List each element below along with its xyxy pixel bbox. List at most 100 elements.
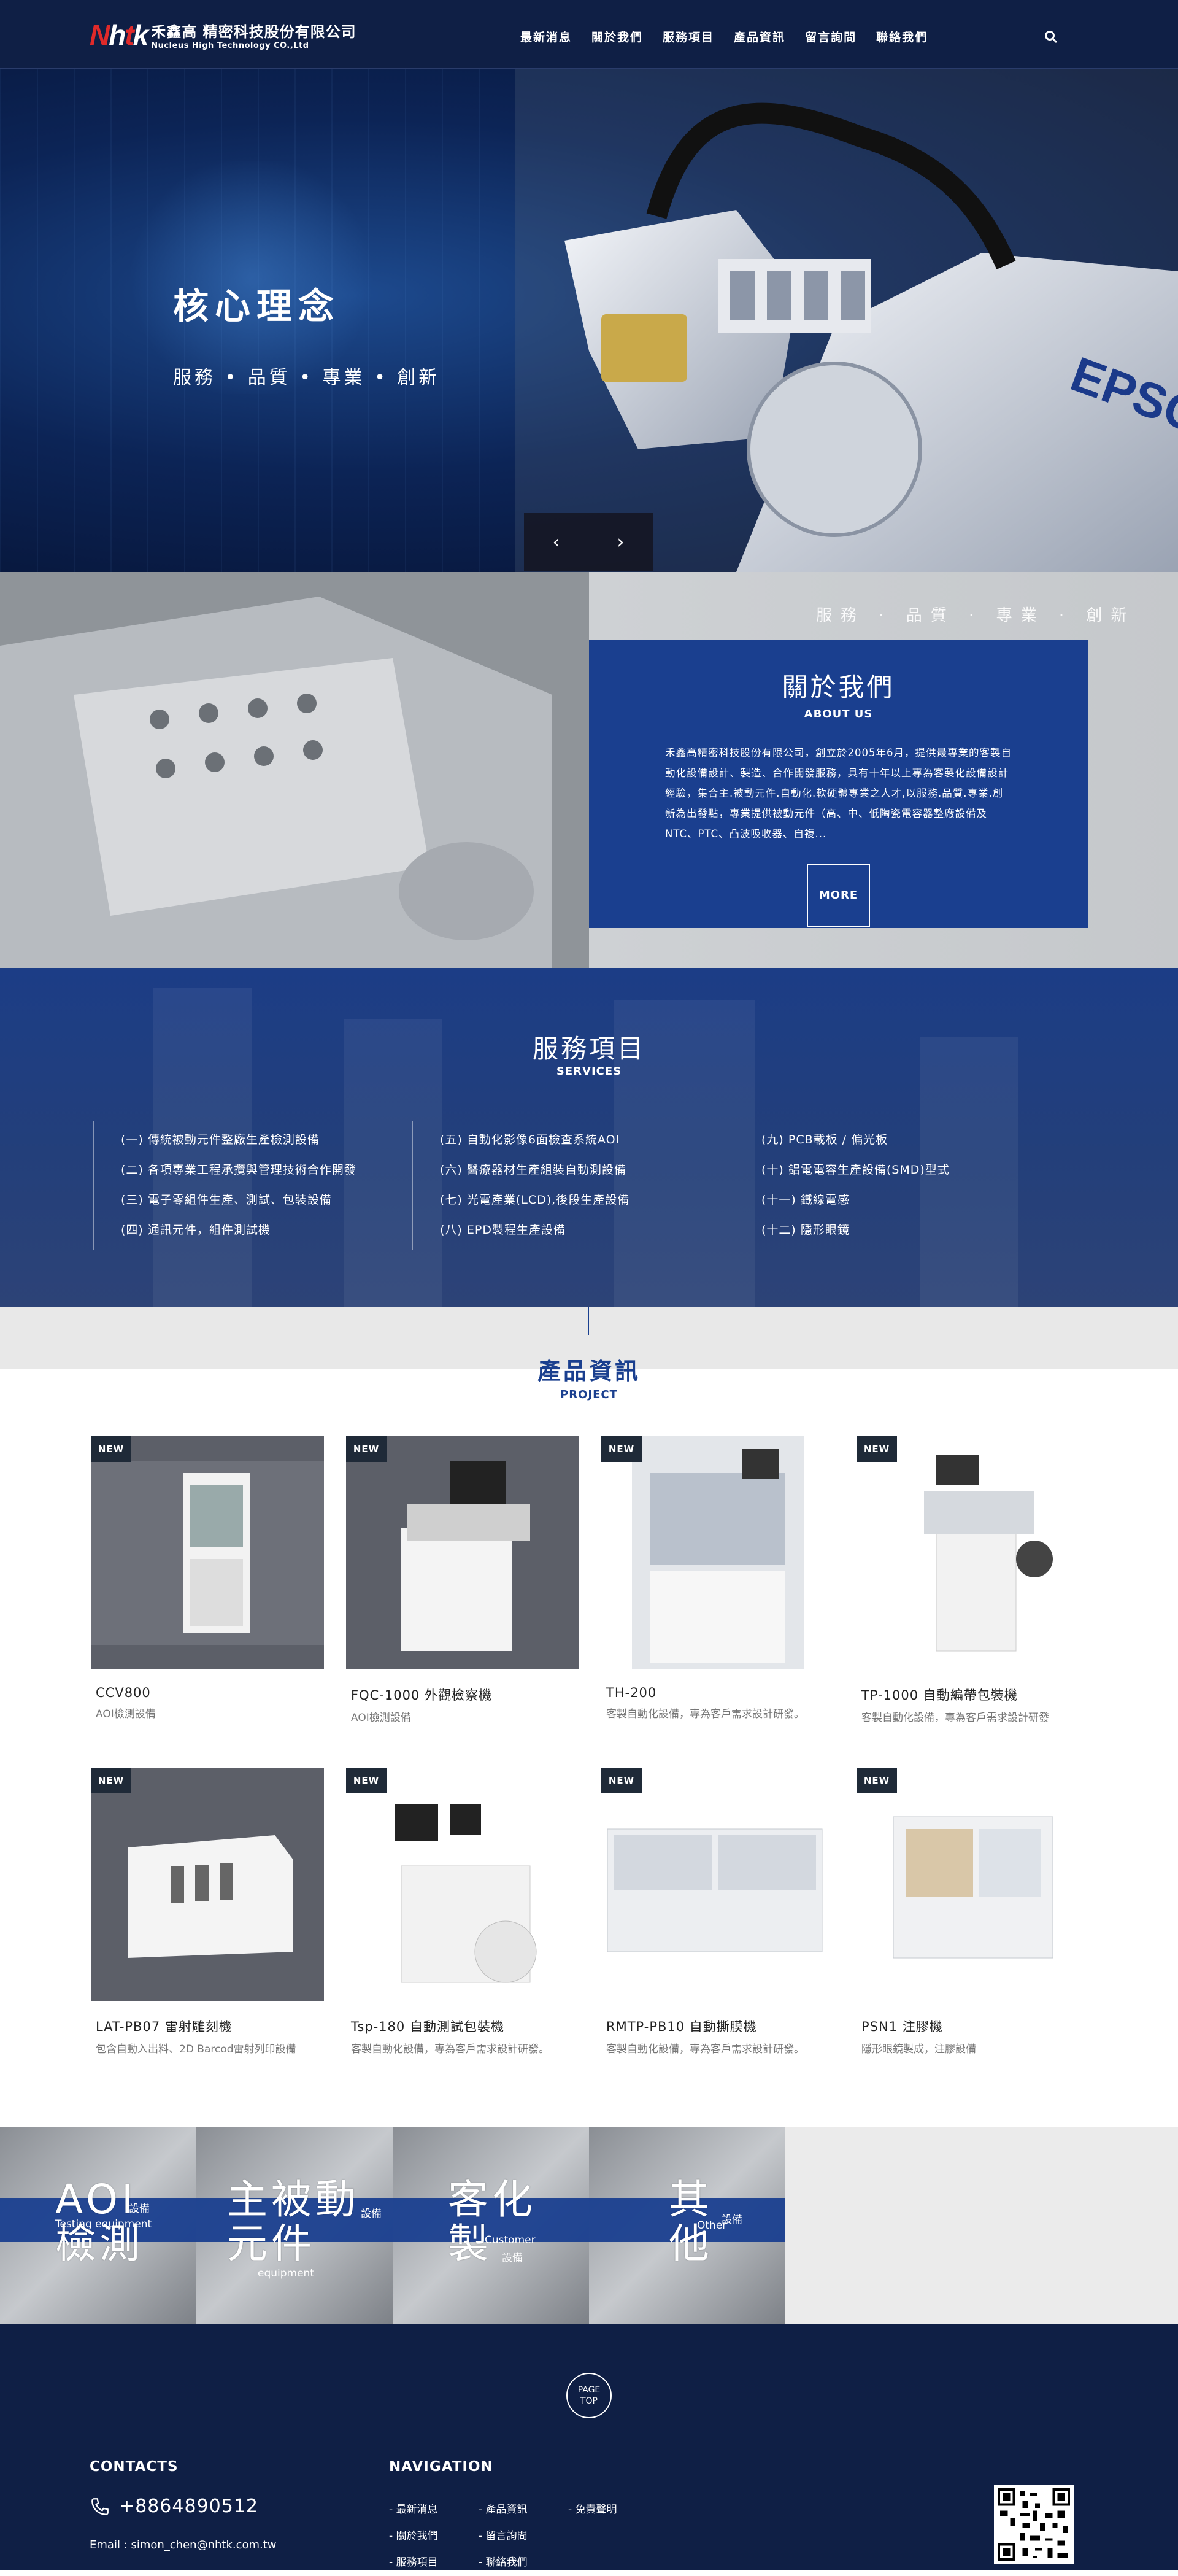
main-nav: 最新消息 關於我們 服務項目 產品資訊 留言詢問 聯絡我們 — [520, 28, 928, 45]
category-title: 其 — [669, 2176, 713, 2223]
category-title: AOI — [55, 2176, 137, 2223]
category-custom[interactable]: 客化 製 Customer 設備 — [393, 2127, 589, 2324]
services-section: 服務項目 SERVICES (一) 傳統被動元件整廠生產檢測設備 (二) 各項專… — [0, 968, 1178, 1307]
product-name[interactable]: LAT-PB07 雷射雕刻機 — [96, 2017, 324, 2035]
site-footer: PAGE TOP CONTACTS +8864890512 Email : si… — [0, 2324, 1178, 2570]
product-desc: 隱形眼鏡製成，注膠設備 — [861, 2043, 976, 2056]
about-card: 關於我們 ABOUT US 禾鑫高精密科技股份有限公司，創立於2005年6月，提… — [589, 640, 1088, 928]
category-other[interactable]: 其 他 設備 Other — [589, 2127, 785, 2324]
category-subtitle: 設備 — [502, 2252, 523, 2264]
logo-mark: Nhtk — [90, 19, 148, 51]
product-desc: 包含自動入出料、2D Barcod雷射列印設備 — [96, 2043, 296, 2056]
product-image[interactable]: NEW — [91, 1436, 324, 1669]
product-image[interactable]: NEW — [346, 1768, 579, 2001]
product-card[interactable]: NEW PSN1 注膠機 隱形眼鏡製成，注膠設備 — [857, 1768, 1090, 2056]
service-item: (三) 電子零組件生產、測試、包裝設備 — [121, 1193, 332, 1207]
nav-message[interactable]: 留言詢問 — [805, 28, 857, 45]
product-card[interactable]: NEW LAT-PB07 雷射雕刻機 包含自動入出料、2D Barcod雷射列印… — [91, 1768, 324, 2056]
services-column-2: (五) 自動化影像6面檢查系統AOI (六) 醫療器材生產組裝自動測設備 (七)… — [412, 1121, 629, 1250]
product-desc: AOI檢測設備 — [351, 1712, 411, 1724]
footer-link[interactable]: - 免責聲明 — [568, 2497, 617, 2523]
category-subtitle: Customer — [485, 2234, 536, 2246]
footer-nav-col-2: - 產品資訊 - 留言詢問 - 聯絡我們 — [479, 2497, 528, 2576]
product-image[interactable]: NEW — [346, 1436, 579, 1669]
product-name[interactable]: RMTP-PB10 自動撕膜機 — [606, 2017, 834, 2035]
footer-link[interactable]: - 關於我們 — [389, 2523, 438, 2550]
new-badge: NEW — [346, 1768, 387, 1793]
footer-link[interactable]: - 產品資訊 — [479, 2497, 528, 2523]
new-badge: NEW — [91, 1768, 131, 1793]
service-item: (二) 各項專業工程承攬與管理技術合作開發 — [121, 1163, 356, 1177]
new-badge: NEW — [857, 1768, 897, 1793]
product-name[interactable]: TH-200 — [606, 1685, 834, 1700]
footer-link[interactable]: - 服務項目 — [389, 2550, 438, 2576]
prev-arrow-icon[interactable]: ‹ — [524, 513, 588, 571]
nav-services[interactable]: 服務項目 — [663, 28, 714, 45]
page-top-button[interactable]: PAGE TOP — [566, 2373, 612, 2418]
phone-icon — [91, 2497, 109, 2515]
category-strip: AOI 檢測 設備 Testing equipment 主被動 元件 設備 eq… — [0, 2127, 1178, 2324]
services-column-3: (九) PCB載板 / 偏光板 (十) 鋁電電容生產設備(SMD)型式 (十一)… — [734, 1121, 950, 1250]
search-box — [953, 23, 1061, 50]
service-item: (六) 醫療器材生產組裝自動測設備 — [440, 1163, 626, 1177]
product-card[interactable]: NEW CCV800 AOI檢測設備 — [91, 1436, 324, 1720]
new-badge: NEW — [346, 1436, 387, 1462]
product-desc: 客製自動化設備，專為客戶需求設計研發 — [861, 1712, 1049, 1724]
product-card[interactable]: NEW RMTP-PB10 自動撕膜機 客製自動化設備，專為客戶需求設計研發。 — [601, 1768, 834, 2056]
footer-nav-col-1: - 最新消息 - 關於我們 - 服務項目 — [389, 2497, 438, 2576]
category-aoi[interactable]: AOI 檢測 設備 Testing equipment — [0, 2127, 196, 2324]
services-title: 服務項目 — [532, 1034, 645, 1064]
category-components[interactable]: 主被動 元件 設備 equipment — [196, 2127, 393, 2324]
product-image[interactable]: NEW — [857, 1768, 1090, 2001]
phone-number[interactable]: +8864890512 — [119, 2496, 258, 2517]
product-name[interactable]: FQC-1000 外觀檢察機 — [351, 1685, 579, 1704]
product-image[interactable]: NEW — [91, 1768, 324, 2001]
service-item: (八) EPD製程生產設備 — [440, 1223, 566, 1237]
hero-subtitle: 服務 • 品質 • 專業 • 創新 — [173, 367, 441, 389]
nav-products[interactable]: 產品資訊 — [734, 28, 785, 45]
product-card[interactable]: NEW FQC-1000 外觀檢察機 AOI檢測設備 — [346, 1436, 579, 1724]
products-title: 產品資訊 — [537, 1358, 641, 1385]
product-desc: 客製自動化設備，專為客戶需求設計研發。 — [351, 2043, 549, 2056]
product-name[interactable]: CCV800 — [96, 1685, 324, 1700]
new-badge: NEW — [91, 1436, 131, 1462]
product-card[interactable]: NEW TP-1000 自動編帶包裝機 客製自動化設備，專為客戶需求設計研發 — [857, 1436, 1090, 1724]
page-top-label: PAGE — [577, 2385, 601, 2395]
new-badge: NEW — [601, 1436, 642, 1462]
services-title-en: SERVICES — [556, 1065, 622, 1078]
category-title: 元件 — [227, 2220, 315, 2267]
product-card[interactable]: NEW Tsp-180 自動測試包裝機 客製自動化設備，專為客戶需求設計研發。 — [346, 1768, 579, 2056]
nav-about[interactable]: 關於我們 — [591, 28, 643, 45]
service-item: (十二) 隱形眼鏡 — [761, 1223, 850, 1237]
product-image[interactable]: NEW — [601, 1768, 834, 2001]
product-desc: AOI檢測設備 — [96, 1708, 156, 1720]
more-button[interactable]: MORE — [807, 864, 870, 927]
service-item: (四) 通訊元件，組件測試機 — [121, 1223, 271, 1237]
product-image[interactable]: NEW — [857, 1436, 1090, 1669]
category-title: 主被動 — [227, 2176, 360, 2223]
company-name-cn: 禾鑫高 精密科技股份有限公司 — [151, 23, 356, 41]
email-address[interactable]: Email : simon_chen@nhtk.com.tw — [90, 2539, 277, 2551]
product-card[interactable]: NEW TH-200 客製自動化設備，專為客戶需求設計研發。 — [601, 1436, 834, 1720]
next-arrow-icon[interactable]: › — [588, 513, 653, 571]
about-title: 關於我們 — [782, 672, 895, 702]
services-column-1: (一) 傳統被動元件整廠生產檢測設備 (二) 各項專業工程承攬與管理技術合作開發… — [93, 1121, 356, 1250]
product-image[interactable]: NEW — [601, 1436, 834, 1669]
product-name[interactable]: TP-1000 自動編帶包裝機 — [861, 1685, 1090, 1704]
service-item: (一) 傳統被動元件整廠生產檢測設備 — [121, 1133, 320, 1147]
product-name[interactable]: Tsp-180 自動測試包裝機 — [351, 2017, 579, 2035]
hero-title: 核心理念 — [173, 285, 341, 327]
footer-link[interactable]: - 留言詢問 — [479, 2523, 528, 2550]
logo[interactable]: Nhtk 禾鑫高 精密科技股份有限公司 Nucleus High Technol… — [90, 18, 356, 52]
nav-news[interactable]: 最新消息 — [520, 28, 572, 45]
search-input[interactable] — [958, 31, 1044, 42]
search-icon[interactable] — [1044, 30, 1058, 44]
product-name[interactable]: PSN1 注膠機 — [861, 2017, 1090, 2035]
category-subtitle: 設備 — [361, 2208, 382, 2220]
footer-link[interactable]: - 最新消息 — [389, 2497, 438, 2523]
nav-contact[interactable]: 聯絡我們 — [876, 28, 928, 45]
service-item: (七) 光電產業(LCD),後段生產設備 — [440, 1193, 630, 1207]
footer-link[interactable]: - 聯絡我們 — [479, 2550, 528, 2576]
product-desc: 客製自動化設備，專為客戶需求設計研發。 — [606, 2043, 804, 2056]
category-title: 客化 — [448, 2176, 536, 2223]
